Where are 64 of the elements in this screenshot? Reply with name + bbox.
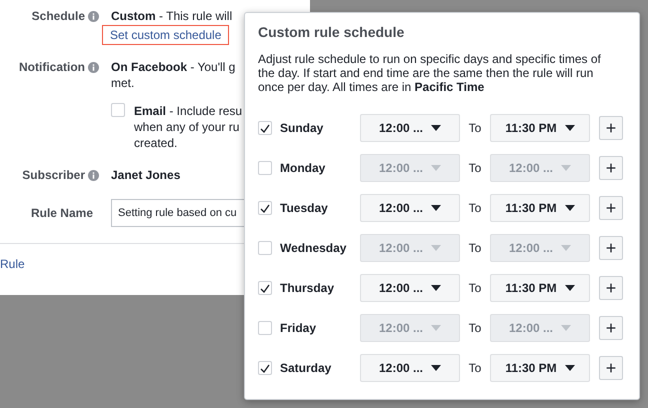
- caret-icon: [431, 205, 442, 211]
- add-time-button[interactable]: +: [599, 196, 623, 220]
- add-time-button[interactable]: +: [599, 316, 623, 340]
- checkbox[interactable]: [258, 281, 272, 295]
- caret-icon: [431, 325, 442, 331]
- start-time-dropdown[interactable]: 12:00 ...: [360, 354, 460, 382]
- popover-description: Adjust rule schedule to run on specific days and specific times of the day. If start and end time are the same then the rule will run once per day. All times are in Pacific Time: [258, 52, 602, 94]
- caret-icon: [561, 245, 572, 251]
- caret-icon: [431, 285, 442, 291]
- end-time-dropdown[interactable]: 11:30 PM: [490, 274, 590, 302]
- info-icon: [88, 170, 99, 180]
- end-time-dropdown[interactable]: 11:30 PM: [490, 114, 590, 142]
- schedule-value: Custom - This rule will: [111, 8, 232, 24]
- to-label: To: [468, 121, 482, 135]
- day-label: Wednesday: [280, 241, 348, 255]
- caret-icon: [564, 285, 575, 291]
- caret-icon: [561, 165, 572, 171]
- day-label: Saturday: [280, 361, 332, 375]
- subscriber-name: Janet Jones: [111, 167, 180, 183]
- checkbox[interactable]: [111, 103, 125, 117]
- checkbox[interactable]: [258, 121, 272, 135]
- info-icon: [88, 62, 99, 72]
- add-time-button[interactable]: +: [599, 236, 623, 260]
- start-time-dropdown[interactable]: 12:00 ...: [360, 274, 460, 302]
- caret-icon: [564, 365, 575, 371]
- email-option-text: Email - Include resu when any of your ru created.: [134, 103, 242, 151]
- add-time-button[interactable]: +: [599, 116, 623, 140]
- caret-icon: [561, 325, 572, 331]
- caret-icon: [564, 125, 575, 131]
- caret-icon: [431, 245, 442, 251]
- to-label: To: [468, 241, 482, 255]
- start-time-dropdown[interactable]: 12:00 ...: [360, 114, 460, 142]
- end-time-dropdown[interactable]: 11:30 PM: [490, 354, 590, 382]
- checkbox[interactable]: [258, 241, 272, 255]
- field-label: Notification: [19, 60, 85, 74]
- add-time-button[interactable]: +: [599, 356, 623, 380]
- caret-icon: [431, 125, 442, 131]
- notification-value: On Facebook - You'll g met.: [111, 59, 236, 91]
- to-label: To: [468, 321, 482, 335]
- popover-title: Custom rule schedule: [258, 24, 406, 40]
- custom-schedule-link[interactable]: Set custom schedule: [102, 25, 230, 45]
- field-label: Subscriber: [22, 168, 85, 182]
- day-label: Sunday: [280, 121, 324, 135]
- checkbox[interactable]: [258, 321, 272, 335]
- field-label: Schedule: [32, 9, 85, 23]
- checkbox[interactable]: [258, 361, 272, 375]
- caret-icon: [431, 365, 442, 371]
- checkbox[interactable]: [258, 161, 272, 175]
- checkbox[interactable]: [258, 201, 272, 215]
- day-label: Friday: [280, 321, 318, 335]
- add-time-button[interactable]: +: [599, 156, 623, 180]
- to-label: To: [468, 361, 482, 375]
- caret-icon: [431, 165, 442, 171]
- end-time-dropdown[interactable]: 11:30 PM: [490, 194, 590, 222]
- day-label: Thursday: [280, 281, 336, 295]
- caret-icon: [564, 205, 575, 211]
- to-label: To: [468, 161, 482, 175]
- field-label: Rule Name: [30, 206, 93, 220]
- to-label: To: [468, 201, 482, 215]
- add-time-button[interactable]: +: [599, 276, 623, 300]
- to-label: To: [468, 281, 482, 295]
- day-label: Monday: [280, 161, 326, 175]
- start-time-dropdown[interactable]: 12:00 ...: [360, 194, 460, 222]
- info-icon: [88, 10, 99, 22]
